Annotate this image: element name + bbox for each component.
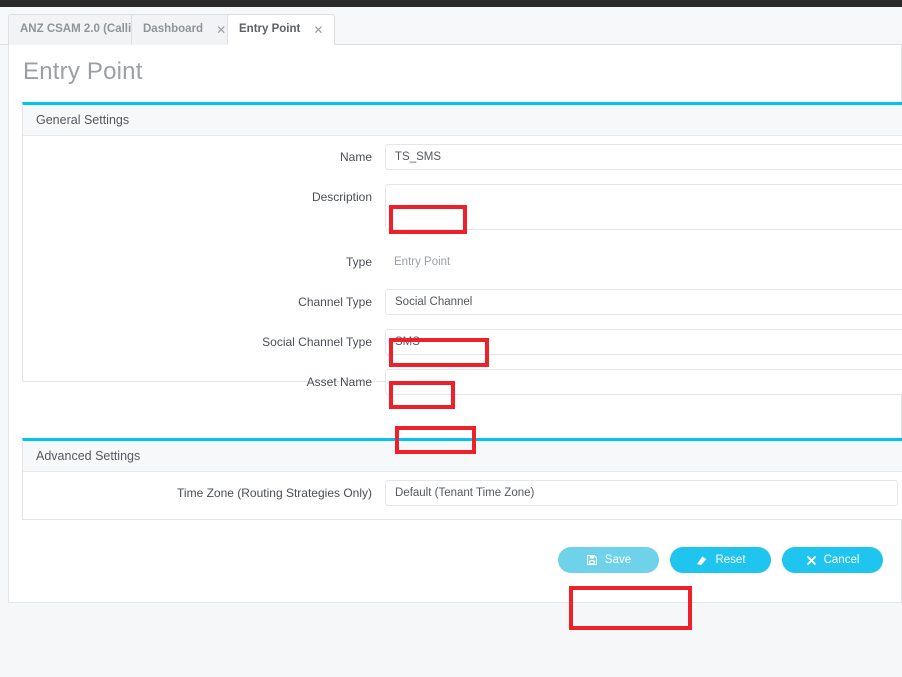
- window-top-bar: [0, 0, 902, 7]
- general-settings-body: Name Description Type Entry Point: [23, 136, 902, 395]
- asset-name-input[interactable]: [385, 369, 902, 395]
- channel-type-input[interactable]: [385, 289, 902, 315]
- page-body: Entry Point General Settings Name Descri…: [8, 45, 902, 630]
- name-input[interactable]: [385, 144, 902, 170]
- action-button-bar: Save Reset Cancel: [9, 547, 902, 573]
- field-row-channel-type: Channel Type: [23, 289, 902, 315]
- tab-label: Dashboard: [143, 23, 204, 36]
- field-row-description: Description: [23, 184, 902, 235]
- time-zone-label: Time Zone (Routing Strategies Only): [177, 486, 372, 500]
- field-row-time-zone: Time Zone (Routing Strategies Only): [23, 480, 902, 506]
- field-row-social-channel-type: Social Channel Type: [23, 329, 902, 355]
- close-icon: [806, 555, 817, 566]
- tab-label: ANZ CSAM 2.0 (Calling): [20, 23, 150, 36]
- general-settings-panel: General Settings Name Description Type: [22, 102, 902, 395]
- social-channel-type-label: Social Channel Type: [262, 335, 372, 349]
- field-row-name: Name: [23, 144, 902, 170]
- page-canvas: Entry Point General Settings Name Descri…: [0, 45, 902, 677]
- close-icon[interactable]: ✕: [216, 24, 226, 36]
- cancel-button-label: Cancel: [823, 554, 860, 566]
- tab-entry-point[interactable]: Entry Point ✕: [227, 14, 336, 45]
- reset-button-label: Reset: [715, 554, 746, 566]
- advanced-settings-header: Advanced Settings: [23, 441, 902, 472]
- advanced-settings-body: Time Zone (Routing Strategies Only): [23, 472, 902, 506]
- field-row-type: Type Entry Point: [23, 249, 902, 275]
- time-zone-select[interactable]: [385, 480, 898, 506]
- save-button[interactable]: Save: [558, 547, 659, 573]
- tab-label: Entry Point: [239, 22, 301, 35]
- type-value: Entry Point: [394, 256, 451, 268]
- page-title: Entry Point: [23, 58, 143, 85]
- tab-dashboard[interactable]: Dashboard ✕: [131, 14, 239, 45]
- save-button-highlight: [569, 586, 692, 630]
- advanced-settings-panel: Advanced Settings Time Zone (Routing Str…: [22, 438, 902, 520]
- description-textarea[interactable]: [385, 184, 902, 230]
- cancel-button[interactable]: Cancel: [782, 547, 883, 573]
- reset-button[interactable]: Reset: [670, 547, 771, 573]
- field-row-asset-name: Asset Name: [23, 369, 902, 395]
- social-channel-type-input[interactable]: [385, 329, 902, 355]
- name-label: Name: [339, 150, 372, 164]
- type-label: Type: [345, 255, 372, 269]
- save-button-label: Save: [604, 554, 632, 566]
- save-icon: [586, 554, 598, 566]
- general-settings-header: General Settings: [23, 105, 902, 136]
- close-icon[interactable]: ✕: [313, 24, 323, 36]
- eraser-icon: [695, 554, 708, 567]
- asset-name-label: Asset Name: [306, 375, 372, 389]
- tab-bar: ANZ CSAM 2.0 (Calling) Dashboard ✕ Entry…: [0, 7, 902, 45]
- channel-type-label: Channel Type: [298, 295, 372, 309]
- description-label: Description: [311, 190, 372, 204]
